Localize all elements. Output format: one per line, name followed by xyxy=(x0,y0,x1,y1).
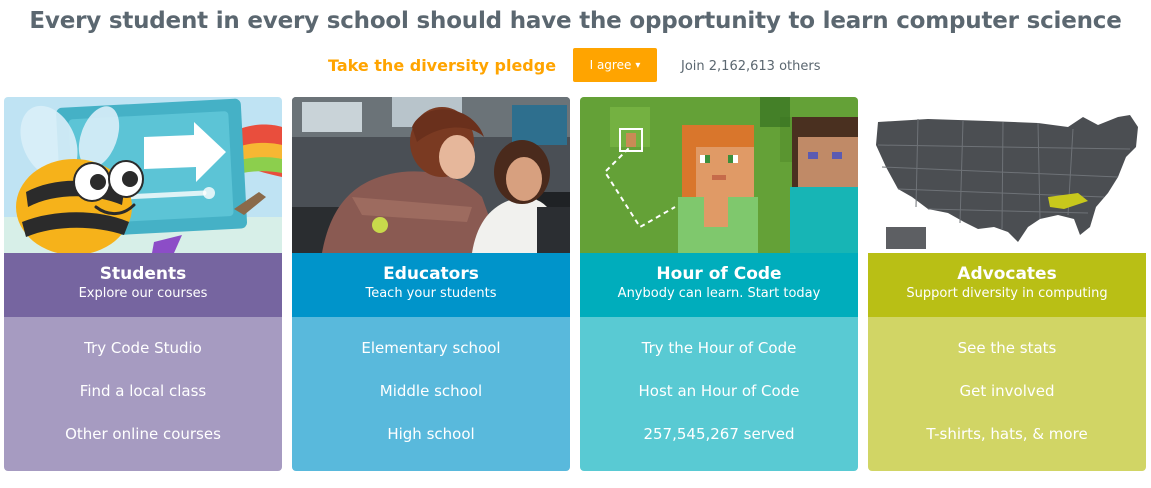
card-subtitle: Explore our courses xyxy=(78,286,208,301)
advocates-card: Advocates Support diversity in computing… xyxy=(868,97,1146,471)
link-host-hour-of-code[interactable]: Host an Hour of Code xyxy=(580,382,858,400)
students-band: Students Explore our courses xyxy=(4,253,282,317)
link-merch[interactable]: T-shirts, hats, & more xyxy=(868,425,1146,443)
hour-of-code-links: Try the Hour of Code Host an Hour of Cod… xyxy=(580,317,858,471)
pledge-count-text: Join 2,162,613 others xyxy=(681,59,821,74)
link-middle-school[interactable]: Middle school xyxy=(292,382,570,400)
i-agree-label: I agree xyxy=(589,58,632,72)
card-subtitle: Support diversity in computing xyxy=(906,286,1108,301)
bee-mascot-image[interactable] xyxy=(4,97,282,253)
link-see-the-stats[interactable]: See the stats xyxy=(868,339,1146,357)
card-title[interactable]: Educators xyxy=(292,264,570,284)
link-try-hour-of-code[interactable]: Try the Hour of Code xyxy=(580,339,858,357)
audience-cards: Students Explore our courses Try Code St… xyxy=(4,97,1146,471)
link-get-involved[interactable]: Get involved xyxy=(868,382,1146,400)
card-title[interactable]: Students xyxy=(4,264,282,284)
minecraft-characters-image[interactable] xyxy=(580,97,858,253)
educators-links: Elementary school Middle school High sch… xyxy=(292,317,570,471)
i-agree-button[interactable]: I agree ▾ xyxy=(573,48,657,82)
link-high-school[interactable]: High school xyxy=(292,425,570,443)
educators-band: Educators Teach your students xyxy=(292,253,570,317)
page-headline: Every student in every school should hav… xyxy=(29,8,1122,34)
hour-of-code-band: Hour of Code Anybody can learn. Start to… xyxy=(580,253,858,317)
hour-of-code-card: Hour of Code Anybody can learn. Start to… xyxy=(580,97,858,471)
caret-down-icon: ▾ xyxy=(635,59,641,71)
link-try-code-studio[interactable]: Try Code Studio xyxy=(4,339,282,357)
us-map-image[interactable] xyxy=(868,97,1146,253)
card-subtitle: Teach your students xyxy=(365,286,497,301)
card-subtitle: Anybody can learn. Start today xyxy=(617,286,821,301)
diversity-pledge-link[interactable]: Take the diversity pledge xyxy=(328,56,556,75)
pledge-row: Take the diversity pledge I agree ▾ Join… xyxy=(0,48,1151,82)
advocates-links: See the stats Get involved T-shirts, hat… xyxy=(868,317,1146,471)
link-other-online-courses[interactable]: Other online courses xyxy=(4,425,282,443)
educators-card: Educators Teach your students Elementary… xyxy=(292,97,570,471)
card-title[interactable]: Hour of Code xyxy=(580,264,858,284)
advocates-band: Advocates Support diversity in computing xyxy=(868,253,1146,317)
link-served-count[interactable]: 257,545,267 served xyxy=(580,425,858,443)
card-title[interactable]: Advocates xyxy=(868,264,1146,284)
students-links: Try Code Studio Find a local class Other… xyxy=(4,317,282,471)
link-elementary-school[interactable]: Elementary school xyxy=(292,339,570,357)
teacher-with-student-image[interactable] xyxy=(292,97,570,253)
link-find-local-class[interactable]: Find a local class xyxy=(4,382,282,400)
students-card: Students Explore our courses Try Code St… xyxy=(4,97,282,471)
